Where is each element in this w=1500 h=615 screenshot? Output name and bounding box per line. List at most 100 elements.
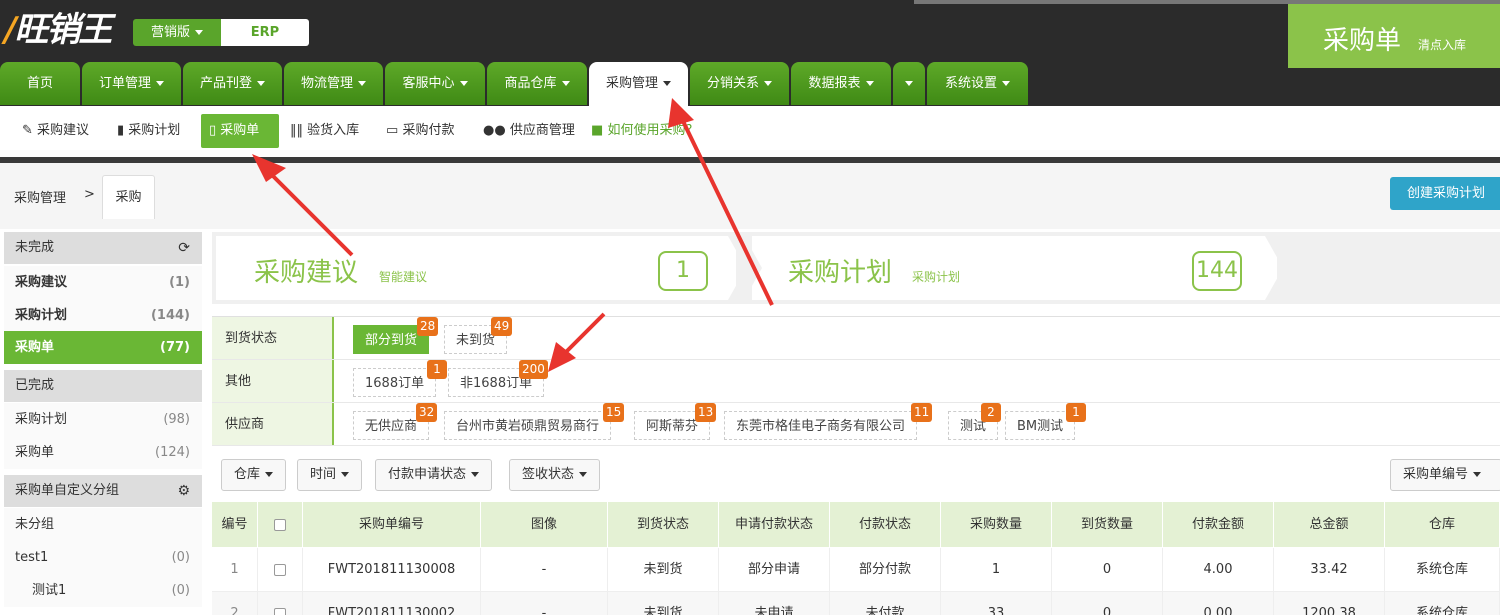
chip-supplier-dongguan[interactable]: 东莞市格佳电子商务有限公司 11 — [724, 403, 933, 440]
sidebar-item-ungrouped[interactable]: 未分组 — [4, 508, 202, 541]
tab-system-settings[interactable]: 系统设置 — [927, 62, 1028, 105]
users-icon: ●● — [483, 123, 506, 138]
sidebar-item-test-cn[interactable]: 测试1 (0) — [4, 574, 202, 607]
credit-card-icon: ▭ — [386, 123, 399, 138]
tab-customer-service[interactable]: 客服中心 — [385, 62, 485, 105]
step-title: 采购单 — [1323, 26, 1402, 56]
filter-row-supplier: 供应商 无供应商 32 台州市黄岩硕鼎贸易商行 15 阿斯蒂芬 13 东莞市格佳电子商… — [212, 403, 1500, 446]
sidebar-item-purchase-suggestion[interactable]: 采购建议 (1) — [4, 266, 202, 299]
filter-panel: 到货状态 部分到货 28 未到货 49 其他 1688订单 1 非1688订单 200 … — [212, 316, 1500, 446]
tab-logistics[interactable]: 物流管理 — [284, 62, 383, 105]
count-badge: 49 — [491, 317, 513, 336]
chevron-down-icon — [195, 30, 203, 35]
subnav-supplier-management[interactable]: ●● 供应商管理 — [475, 114, 583, 148]
tab-product-listing[interactable]: 产品刊登 — [183, 62, 282, 105]
receipt-status-dropdown[interactable]: 签收状态 — [509, 459, 601, 491]
column-header: 总金额 — [1274, 502, 1385, 547]
refresh-icon[interactable]: ⟳ — [178, 232, 190, 264]
column-header[interactable]: 采购单编号 — [303, 502, 481, 547]
sidebar-item-purchase-plan[interactable]: 采购计划 (144) — [4, 299, 202, 332]
select-all-header — [258, 502, 303, 547]
gear-icon[interactable]: ⚙ — [177, 475, 190, 507]
tab-purchase-management[interactable]: 采购管理 — [589, 62, 688, 106]
filter-row-other: 其他 1688订单 1 非1688订单 200 — [212, 360, 1500, 403]
sidebar-section-finished: 已完成 — [4, 370, 202, 402]
row-checkbox[interactable] — [274, 607, 286, 615]
chip-no-supplier[interactable]: 无供应商 32 — [353, 403, 438, 440]
table-cell: 未到货 — [608, 548, 719, 592]
select-all-checkbox[interactable] — [274, 518, 286, 531]
chevron-down-icon — [579, 472, 588, 477]
column-header: 付款金额 — [1163, 502, 1274, 547]
tab-warehouse[interactable]: 商品仓库 — [487, 62, 587, 105]
subnav-purchase-order[interactable]: ▯ 采购单 — [201, 114, 279, 148]
tab-home[interactable]: 首页 — [0, 62, 80, 105]
table-cell: 系统仓库 — [1385, 548, 1500, 592]
chevron-down-icon — [459, 81, 468, 86]
chip-supplier-bm-test[interactable]: BM测试 1 — [1005, 403, 1086, 440]
chevron-down-icon — [905, 81, 913, 86]
breadcrumb-current-tab[interactable]: 采购 — [102, 175, 155, 219]
warehouse-dropdown[interactable]: 仓库 — [221, 459, 287, 491]
count-badge: 13 — [695, 403, 717, 422]
chip-not-arrived[interactable]: 未到货 49 — [444, 317, 513, 354]
step-title: 采购计划 — [788, 258, 893, 288]
chevron-down-icon — [663, 81, 671, 86]
workflow-steps: 采购建议 智能建议 1 采购计划 采购计划 144 — [212, 232, 1500, 304]
step-count: 1 — [658, 251, 708, 291]
tab-reports[interactable]: 数据报表 — [791, 62, 891, 105]
chevron-down-icon — [257, 81, 265, 86]
table-cell: 未申请 — [719, 592, 830, 615]
breadcrumb-root[interactable]: 采购管理 — [14, 187, 66, 206]
chip-supplier-asidifen[interactable]: 阿斯蒂芬 13 — [634, 403, 717, 440]
subnav-help[interactable]: ■ 如何使用采购？ — [583, 114, 706, 148]
column-header: 编号 — [212, 502, 258, 547]
toolbar: 仓库 时间 付款申请状态 签收状态 采购单编号 — [212, 456, 1500, 496]
time-dropdown[interactable]: 时间 — [297, 459, 363, 491]
chevron-down-icon — [358, 81, 366, 86]
subnav-purchase-suggestion[interactable]: ✎ 采购建议 — [14, 114, 97, 148]
chevron-down-icon — [471, 472, 480, 477]
count-badge: 11 — [911, 403, 933, 422]
chevron-down-icon — [1473, 472, 1482, 477]
chevron-down-icon — [561, 81, 570, 86]
count-badge: 15 — [603, 403, 625, 422]
table-cell: 系统仓库 — [1385, 592, 1500, 615]
column-header: 到货数量 — [1052, 502, 1163, 547]
sidebar-item-test1[interactable]: test1 (0) — [4, 541, 202, 574]
sort-dropdown[interactable]: 采购单编号 — [1390, 459, 1500, 491]
create-purchase-plan-button[interactable]: 创建采购计划 — [1390, 177, 1500, 210]
subnav-purchase-plan[interactable]: ▮ 采购计划 — [109, 114, 188, 148]
chevron-down-icon — [341, 472, 350, 477]
chip-1688-order[interactable]: 1688订单 1 — [353, 360, 447, 397]
tab-more[interactable] — [893, 62, 925, 105]
table-cell[interactable]: FWT201811130008 — [303, 548, 481, 592]
edition-dropdown[interactable]: 营销版 — [133, 19, 221, 46]
sidebar-item-finished-plan[interactable]: 采购计划 (98) — [4, 403, 202, 436]
chip-supplier-taizhou[interactable]: 台州市黄岩硕鼎贸易商行 15 — [444, 403, 625, 440]
erp-button[interactable]: ERP — [221, 19, 309, 46]
chevron-down-icon — [764, 81, 772, 86]
chip-supplier-test[interactable]: 测试 2 — [948, 403, 1001, 440]
step-purchase-plan[interactable]: 采购计划 采购计划 144 — [752, 236, 1277, 300]
table-cell: 1 — [212, 548, 258, 592]
step-purchase-suggestion[interactable]: 采购建议 智能建议 1 — [216, 236, 736, 300]
app-logo[interactable]: /旺销王 — [4, 2, 112, 51]
subnav-purchase-payment[interactable]: ▭ 采购付款 — [378, 114, 462, 148]
payment-request-status-dropdown[interactable]: 付款申请状态 — [375, 459, 493, 491]
sidebar-item-finished-order[interactable]: 采购单 (124) — [4, 436, 202, 469]
step-purchase-order[interactable]: 采购单 清点入库 — [1288, 4, 1500, 68]
sidebar: 未完成 ⟳ 采购建议 (1) 采购计划 (144) 采购单 (77) 已完成 采购计划(… — [4, 232, 202, 615]
row-checkbox[interactable] — [274, 563, 286, 576]
count-badge: 2 — [981, 403, 1001, 422]
table-cell[interactable]: FWT201811130002 — [303, 592, 481, 615]
tab-order-management[interactable]: 订单管理 — [82, 62, 181, 105]
filter-label: 其他 — [212, 360, 334, 402]
sidebar-item-purchase-order[interactable]: 采购单 (77) — [4, 331, 202, 364]
chip-partial-arrival[interactable]: 部分到货 28 — [353, 317, 439, 354]
tab-distribution[interactable]: 分销关系 — [690, 62, 789, 105]
purchase-order-table: 编号 采购单编号 图像 到货状态 申请付款状态 付款状态 采购数量 到货数量 付… — [212, 502, 1500, 615]
chip-non-1688-order[interactable]: 非1688订单 200 — [448, 360, 548, 397]
subnav-inspection-inbound[interactable]: ‖‖ 验货入库 — [282, 114, 367, 148]
top-bar: /旺销王 营销版 ERP — [0, 0, 1500, 62]
